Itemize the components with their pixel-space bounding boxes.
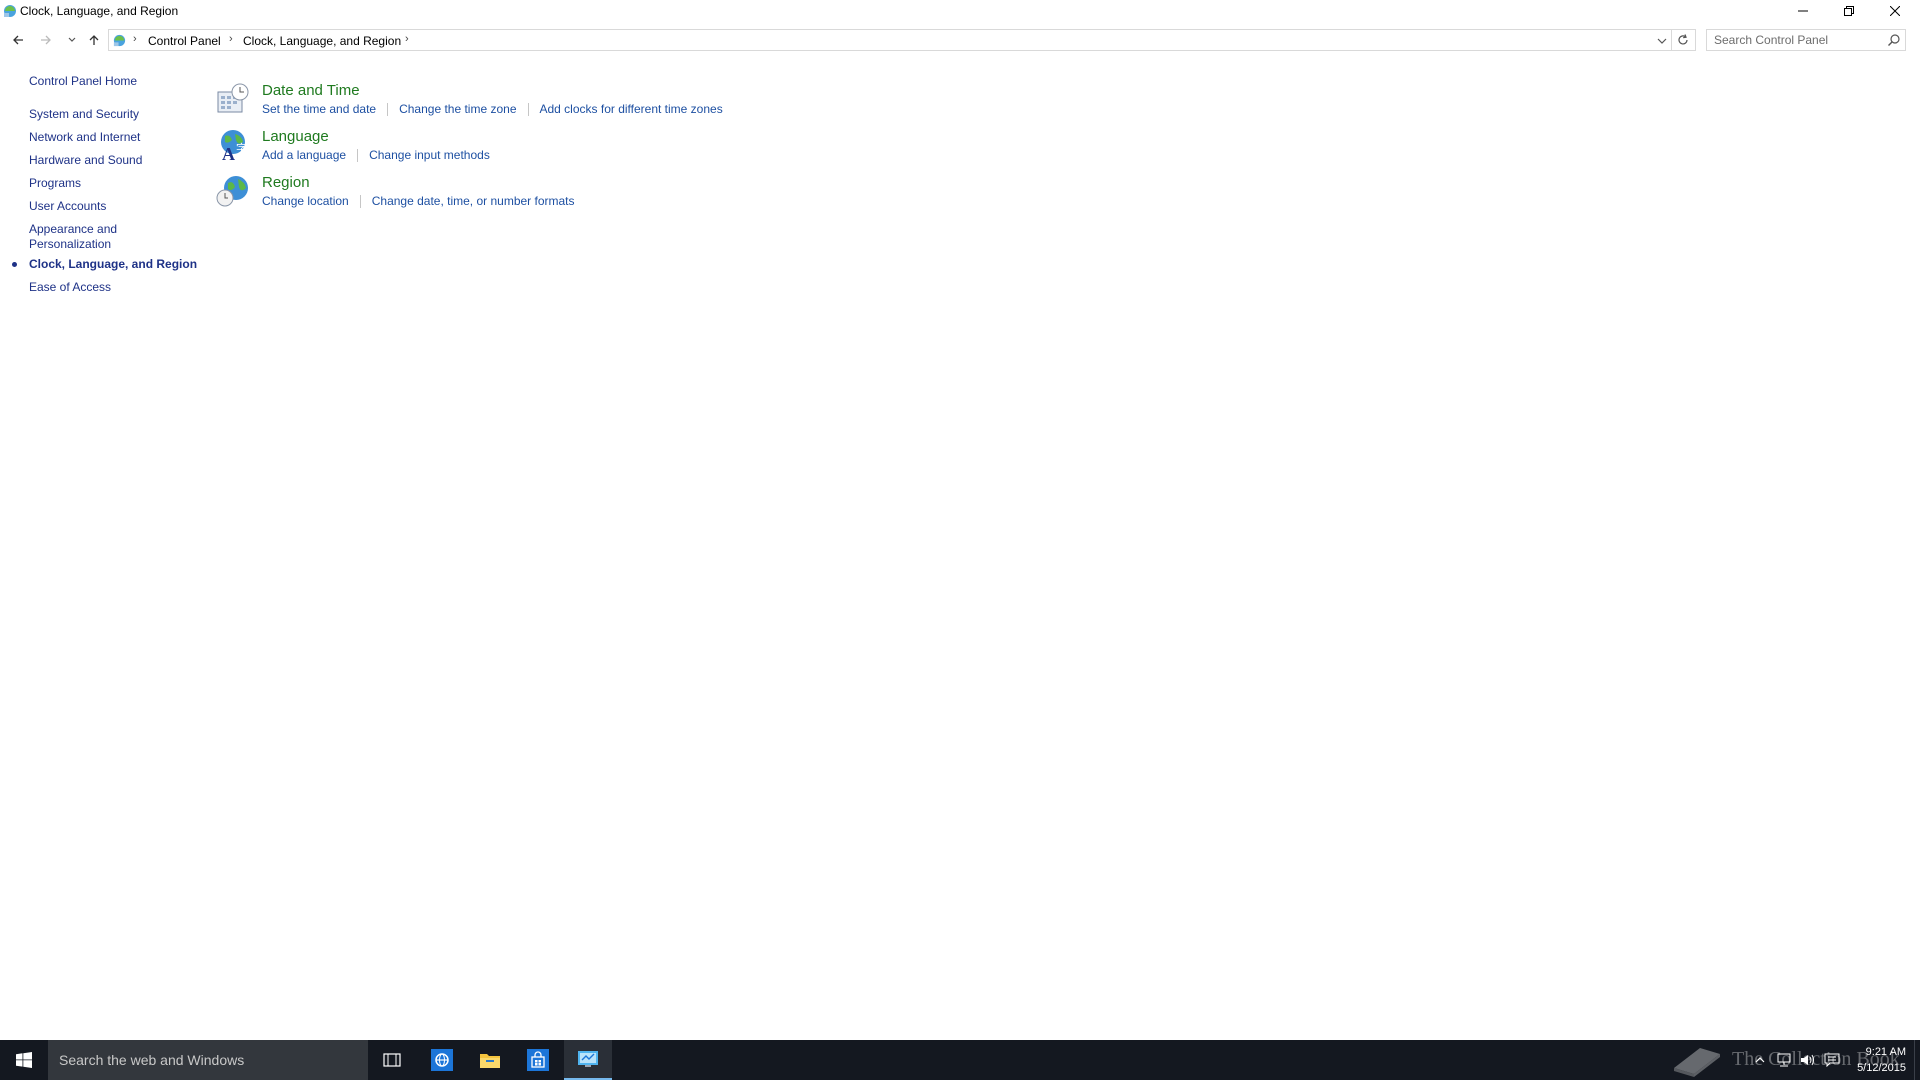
up-arrow-icon <box>89 35 99 45</box>
forward-arrow-icon <box>41 35 51 45</box>
task-view-button[interactable] <box>368 1040 416 1080</box>
watermark-text: The Collection Book <box>1732 1048 1900 1070</box>
category-links: Change location Change date, time, or num… <box>262 194 575 209</box>
link-change-time-zone[interactable]: Change the time zone <box>399 102 516 116</box>
recent-locations-button[interactable] <box>62 28 82 52</box>
link-change-input-methods[interactable]: Change input methods <box>369 148 490 162</box>
category-links: Set the time and date Change the time zon… <box>262 102 723 117</box>
link-separator <box>357 149 359 163</box>
date-time-icon <box>217 83 249 113</box>
taskbar-search-text: Search the web and Windows <box>59 1052 245 1068</box>
breadcrumb-control-panel[interactable]: Control Panel <box>148 34 221 48</box>
sidebar-item-appearance[interactable]: Appearance and <box>29 222 117 237</box>
sidebar-item-system-security[interactable]: System and Security <box>29 107 139 122</box>
sidebar-item-appearance-line2[interactable]: Personalization <box>29 237 111 252</box>
svg-text:A: A <box>222 144 235 162</box>
sidebar-item-network-internet[interactable]: Network and Internet <box>29 130 140 145</box>
address-dropdown-icon[interactable] <box>1657 36 1667 46</box>
taskbar-app-file-explorer[interactable] <box>466 1040 514 1080</box>
store-icon <box>527 1049 549 1071</box>
control-panel-icon <box>578 1051 598 1067</box>
search-box[interactable] <box>1706 29 1906 51</box>
link-add-language[interactable]: Add a language <box>262 148 346 162</box>
taskbar: Search the web and Windows 9:21 AM 5/12/… <box>0 1040 1920 1080</box>
sidebar-item-ease-of-access[interactable]: Ease of Access <box>29 280 111 295</box>
search-icon[interactable] <box>1887 33 1901 47</box>
file-explorer-icon <box>480 1054 500 1068</box>
up-button[interactable] <box>84 28 104 52</box>
category-title[interactable]: Language <box>262 128 329 145</box>
control-panel-icon <box>4 5 16 17</box>
restore-button[interactable] <box>1826 0 1872 22</box>
show-desktop-button[interactable] <box>1914 1040 1920 1080</box>
breadcrumb-separator-icon[interactable]: › <box>133 33 137 45</box>
divider <box>1671 30 1672 50</box>
breadcrumb-separator-icon[interactable]: › <box>229 33 233 45</box>
address-bar-row: › Control Panel › Clock, Language, and R… <box>0 28 1920 52</box>
close-button[interactable] <box>1872 0 1918 22</box>
current-page-bullet <box>12 262 17 267</box>
breadcrumb-current[interactable]: Clock, Language, and Region <box>243 34 401 48</box>
minimize-icon <box>1798 10 1808 12</box>
sidebar-item-user-accounts[interactable]: User Accounts <box>29 199 106 214</box>
windows-logo-icon <box>16 1052 32 1068</box>
minimize-button[interactable] <box>1780 0 1826 22</box>
sidebar-item-hardware-sound[interactable]: Hardware and Sound <box>29 153 142 168</box>
sidebar-item-clock-language-region: Clock, Language, and Region <box>29 257 198 271</box>
close-icon <box>1890 6 1900 16</box>
link-separator <box>359 195 361 209</box>
forward-button[interactable] <box>36 28 56 52</box>
window-title: Clock, Language, and Region <box>20 4 179 18</box>
link-separator <box>387 103 389 117</box>
category-title[interactable]: Region <box>262 174 310 191</box>
sidebar-item-programs[interactable]: Programs <box>29 176 81 191</box>
taskbar-search-box[interactable]: Search the web and Windows <box>48 1040 368 1080</box>
book-logo-icon <box>1674 1048 1720 1077</box>
internet-explorer-icon <box>431 1049 453 1071</box>
restore-icon <box>1844 6 1854 16</box>
region-globe-icon <box>216 176 248 207</box>
back-arrow-icon <box>13 35 23 45</box>
category-links: Add a language Change input methods <box>262 148 490 163</box>
taskbar-app-store[interactable] <box>514 1040 562 1080</box>
search-input[interactable] <box>1708 31 1876 49</box>
language-icon: A 字 <box>221 130 247 162</box>
category-title[interactable]: Date and Time <box>262 82 360 99</box>
svg-text:字: 字 <box>236 141 247 155</box>
title-bar: Clock, Language, and Region <box>0 0 1920 24</box>
back-button[interactable] <box>8 28 28 52</box>
link-change-location[interactable]: Change location <box>262 194 349 208</box>
link-separator <box>527 103 529 117</box>
taskbar-app-ie[interactable] <box>418 1040 466 1080</box>
refresh-icon[interactable] <box>1677 34 1689 46</box>
control-panel-icon <box>113 34 126 47</box>
address-bar[interactable]: › Control Panel › Clock, Language, and R… <box>108 29 1696 51</box>
link-set-time-date[interactable]: Set the time and date <box>262 102 376 116</box>
start-button[interactable] <box>0 1040 48 1080</box>
breadcrumb-separator-icon[interactable]: › <box>405 33 409 45</box>
task-view-icon <box>383 1053 401 1067</box>
link-change-formats[interactable]: Change date, time, or number formats <box>372 194 575 208</box>
chevron-down-icon <box>68 37 76 42</box>
sidebar-item-control-panel-home[interactable]: Control Panel Home <box>29 74 137 89</box>
taskbar-app-control-panel[interactable] <box>564 1040 612 1080</box>
link-add-clocks[interactable]: Add clocks for different time zones <box>540 102 723 116</box>
